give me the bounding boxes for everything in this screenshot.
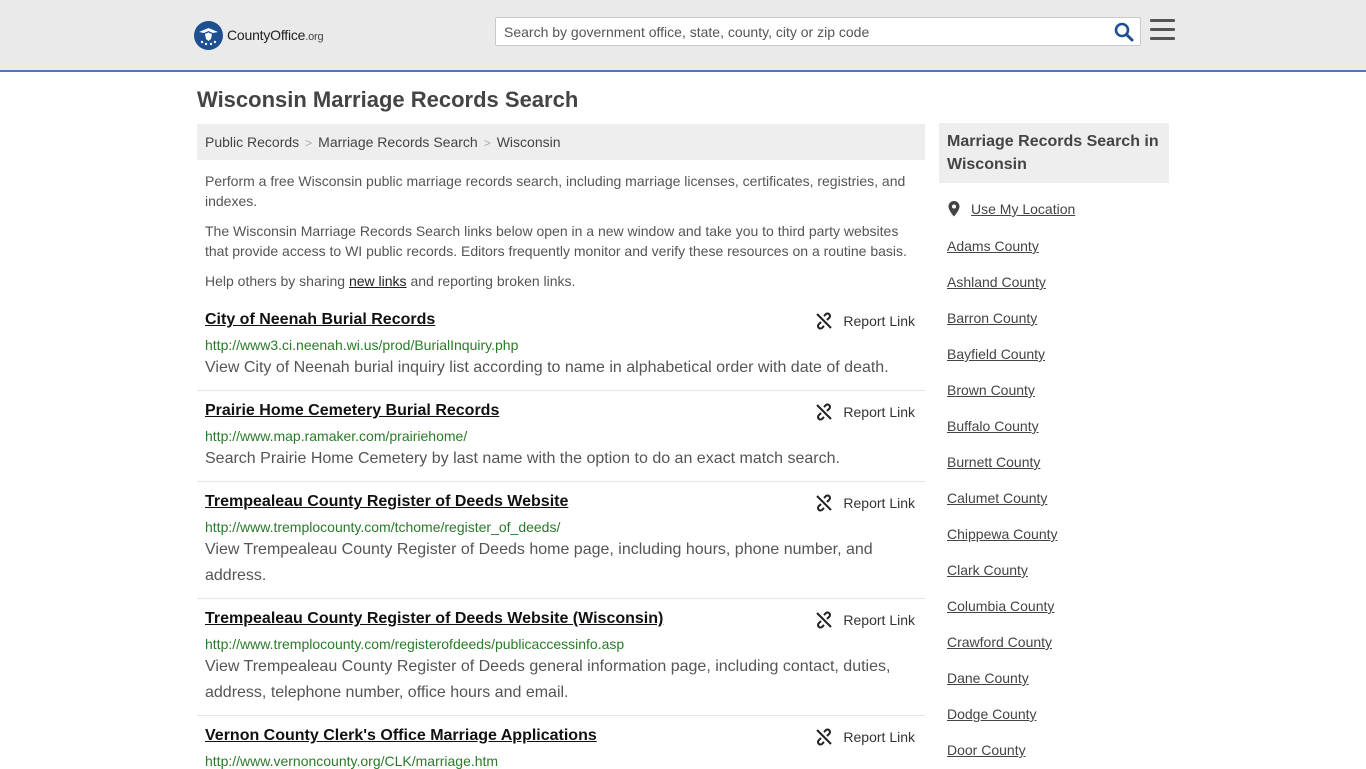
record-description: View Trempealeau County Register of Deed…	[205, 658, 891, 701]
report-link-button[interactable]: Report Link	[815, 611, 915, 629]
search-input[interactable]	[496, 18, 1096, 45]
broken-link-icon	[816, 312, 833, 330]
search-icon[interactable]	[1114, 22, 1134, 42]
county-link-adams[interactable]: Adams County	[947, 238, 1039, 254]
county-link-clark[interactable]: Clark County	[947, 562, 1028, 578]
logo-eagle-icon	[194, 20, 223, 50]
record-description: View City of Neenah burial inquiry list …	[205, 359, 889, 376]
use-location-row: Use My Location	[947, 201, 1075, 217]
intro-paragraph: Perform a free Wisconsin public marriage…	[205, 173, 906, 209]
county-link-dodge[interactable]: Dodge County	[947, 706, 1037, 722]
county-link-door[interactable]: Door County	[947, 742, 1026, 758]
county-link-ashland[interactable]: Ashland County	[947, 274, 1046, 290]
site-logo[interactable]: CountyOffice.org	[194, 20, 324, 50]
record-title-link[interactable]: City of Neenah Burial Records	[205, 311, 435, 329]
county-link-buffalo[interactable]: Buffalo County	[947, 418, 1039, 434]
record-item: Prairie Home Cemetery Burial Records Rep…	[197, 402, 925, 482]
search-box	[495, 17, 1141, 46]
record-url: http://www.tremplocounty.com/tchome/regi…	[205, 519, 561, 535]
county-link-calumet[interactable]: Calumet County	[947, 490, 1047, 506]
hamburger-menu-icon[interactable]	[1150, 19, 1175, 41]
record-item: Vernon County Clerk's Office Marriage Ap…	[197, 727, 925, 769]
breadcrumb-wisconsin: Wisconsin	[496, 134, 561, 150]
record-url: http://www.tremplocounty.com/registerofd…	[205, 636, 625, 652]
disclaimer-paragraph: The Wisconsin Marriage Records Search li…	[205, 223, 907, 259]
breadcrumb-public-records[interactable]: Public Records	[205, 134, 299, 150]
page-title: Wisconsin Marriage Records Search	[197, 87, 579, 112]
record-item: Trempealeau County Register of Deeds Web…	[197, 493, 925, 599]
record-url: http://www.vernoncounty.org/CLK/marriage…	[205, 753, 499, 769]
county-link-brown[interactable]: Brown County	[947, 382, 1035, 398]
breadcrumb: Public Records > Marriage Records Search > W…	[197, 124, 925, 160]
record-item: Trempealeau County Register of Deeds Web…	[197, 610, 925, 716]
report-link-button[interactable]: Report Link	[815, 728, 915, 746]
record-title-link[interactable]: Trempealeau County Register of Deeds Web…	[205, 610, 663, 628]
use-my-location-link[interactable]: Use My Location	[971, 201, 1075, 217]
map-pin-icon	[948, 201, 960, 217]
record-description: Search Prairie Home Cemetery by last nam…	[205, 450, 840, 467]
report-link-button[interactable]: Report Link	[815, 312, 915, 330]
record-title-link[interactable]: Trempealeau County Register of Deeds Web…	[205, 493, 568, 511]
chevron-right-icon: >	[305, 136, 313, 150]
sidebar-heading: Marriage Records Search in Wisconsin	[939, 123, 1169, 183]
county-link-burnett[interactable]: Burnett County	[947, 454, 1040, 470]
broken-link-icon	[816, 403, 833, 421]
broken-link-icon	[816, 611, 833, 629]
logo-text: CountyOffice.org	[227, 27, 324, 43]
record-title-link[interactable]: Vernon County Clerk's Office Marriage Ap…	[205, 727, 597, 745]
report-link-button[interactable]: Report Link	[815, 494, 915, 512]
record-title-link[interactable]: Prairie Home Cemetery Burial Records	[205, 402, 499, 420]
report-link-button[interactable]: Report Link	[815, 403, 915, 421]
chevron-right-icon: >	[483, 136, 491, 150]
record-url: http://www3.ci.neenah.wi.us/prod/BurialI…	[205, 337, 519, 353]
county-link-columbia[interactable]: Columbia County	[947, 598, 1054, 614]
county-link-bayfield[interactable]: Bayfield County	[947, 346, 1045, 362]
record-url: http://www.map.ramaker.com/prairiehome/	[205, 428, 468, 444]
broken-link-icon	[816, 494, 833, 512]
county-link-dane[interactable]: Dane County	[947, 670, 1029, 686]
county-link-chippewa[interactable]: Chippewa County	[947, 526, 1058, 542]
county-link-barron[interactable]: Barron County	[947, 310, 1037, 326]
new-links-link[interactable]: new links	[349, 273, 407, 289]
broken-link-icon	[816, 728, 833, 746]
county-link-crawford[interactable]: Crawford County	[947, 634, 1052, 650]
breadcrumb-marriage-records[interactable]: Marriage Records Search	[318, 134, 478, 150]
top-bar: CountyOffice.org	[0, 0, 1366, 72]
record-item: City of Neenah Burial Records Report Lin…	[197, 311, 925, 391]
record-description: View Trempealeau County Register of Deed…	[205, 541, 873, 584]
help-paragraph: Help others by sharing new links and rep…	[205, 273, 576, 289]
